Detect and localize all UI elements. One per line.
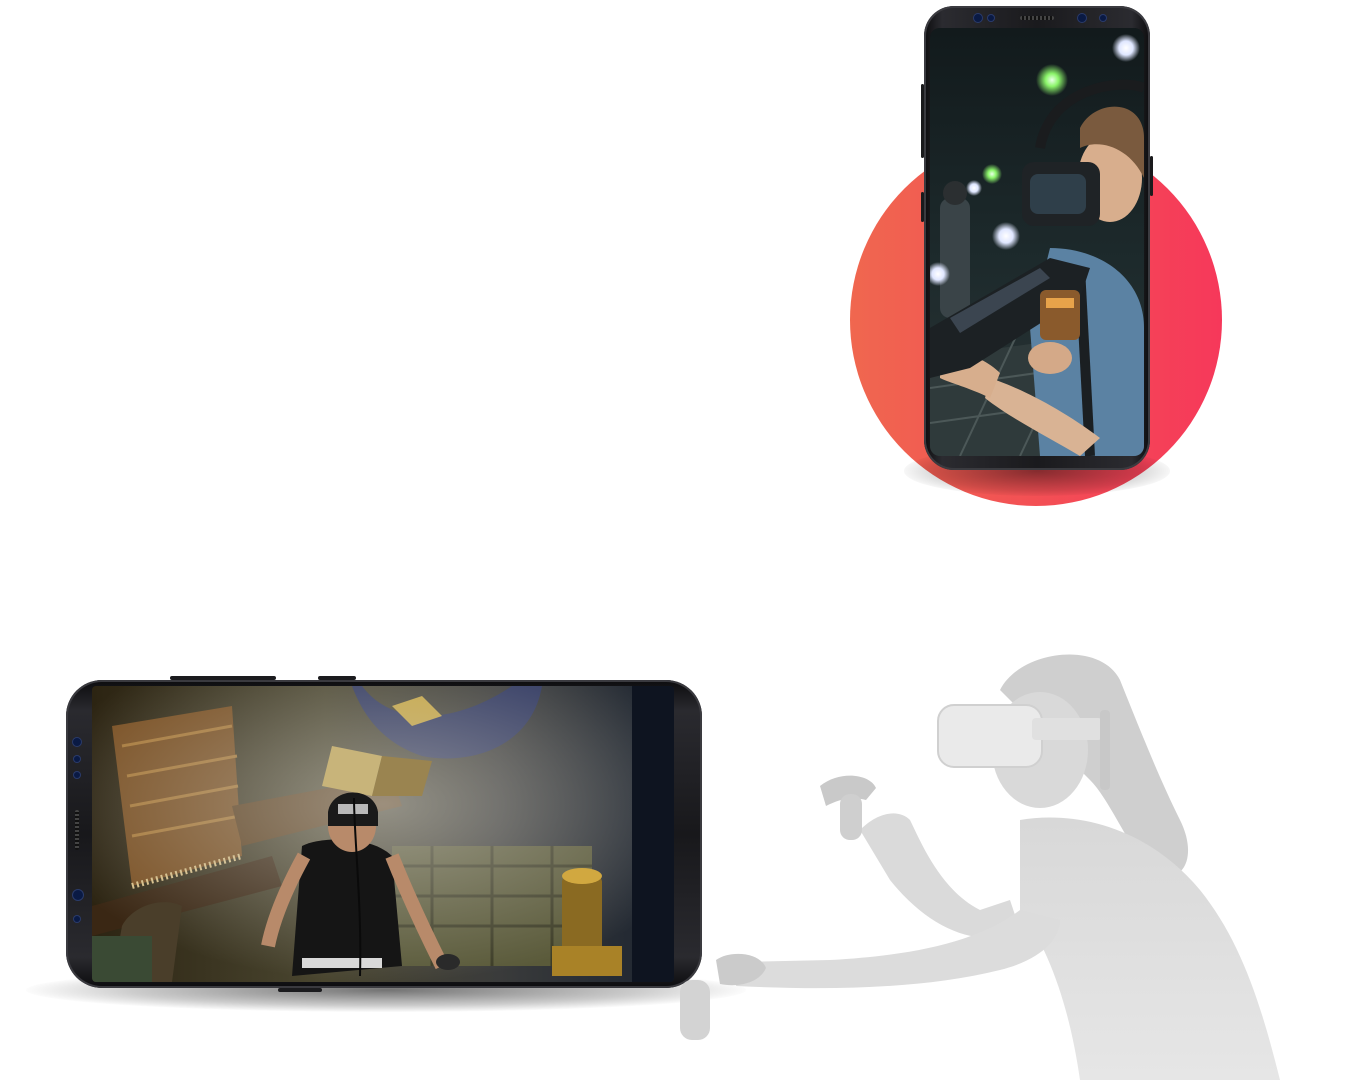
front-camera-icon — [73, 890, 83, 900]
camera-sensor-icon — [974, 14, 982, 22]
proximity-sensor-icon — [1100, 15, 1106, 21]
sensor-icon — [988, 15, 994, 21]
portrait-phone — [904, 6, 1170, 496]
woman-vr-figure — [680, 654, 1280, 1080]
landscape-phone-screen — [92, 686, 674, 982]
phone-power-button — [1150, 156, 1153, 196]
proximity-sensor-icon — [74, 772, 80, 778]
background-figure-illustration — [680, 650, 1340, 1080]
earpiece-speaker-icon — [75, 810, 79, 850]
earpiece-speaker-icon — [1020, 16, 1054, 20]
sensor-icon — [74, 916, 80, 922]
vr-dungeon-photo — [92, 686, 674, 982]
sensor-icon — [74, 756, 80, 762]
phone-power-button — [278, 988, 322, 992]
landscape-phone — [26, 676, 746, 1012]
phone-top-bezel — [954, 12, 1120, 24]
vr-arena-photo — [930, 28, 1144, 456]
front-camera-icon — [1078, 14, 1086, 22]
portrait-phone-screen — [930, 28, 1144, 456]
camera-sensor-icon — [73, 738, 81, 746]
page — [0, 0, 1366, 1080]
